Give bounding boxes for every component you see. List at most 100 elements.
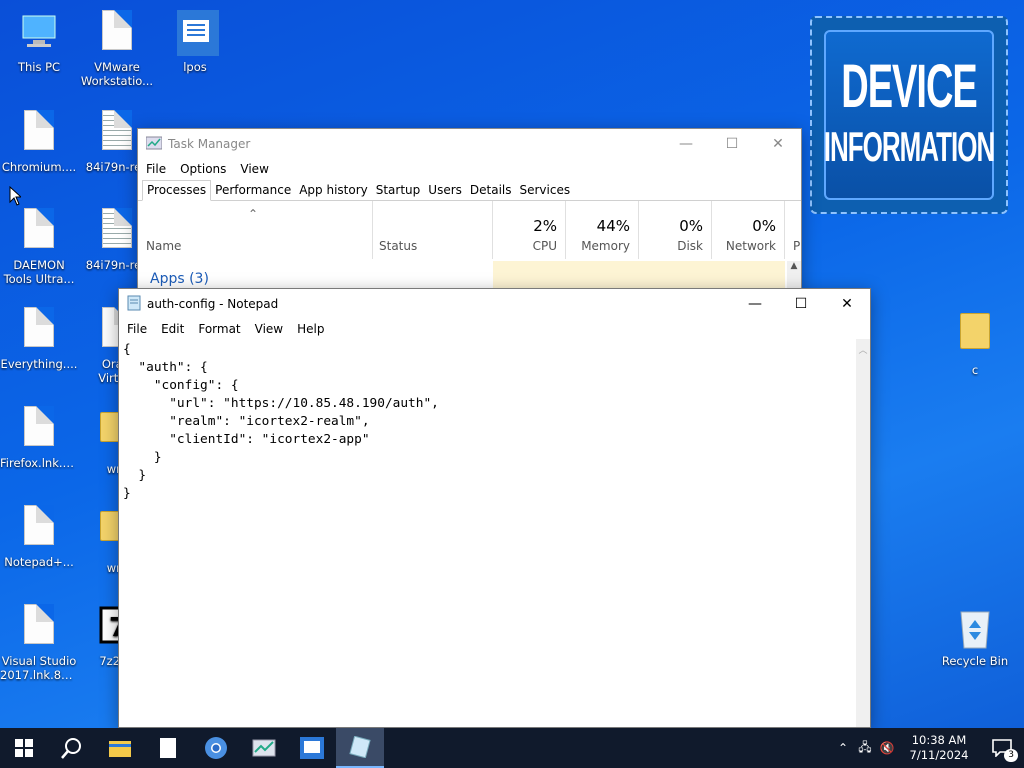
icon-label: This PC bbox=[17, 60, 61, 74]
badge-line1: DEVICE bbox=[841, 54, 977, 122]
menu-view[interactable]: View bbox=[251, 322, 287, 336]
column-name[interactable]: Name bbox=[138, 201, 373, 259]
taskbar-task-manager[interactable] bbox=[240, 728, 288, 768]
menu-file[interactable]: File bbox=[123, 322, 151, 336]
badge-line2: INFORMATION bbox=[823, 122, 995, 171]
desktop-icon-notepadpp[interactable]: Notepad+... bbox=[0, 503, 78, 595]
icon-label: lpos bbox=[183, 60, 207, 74]
clock[interactable]: 10:38 AM 7/11/2024 bbox=[898, 733, 980, 763]
maximize-button[interactable]: ☐ bbox=[709, 129, 755, 159]
app-icon bbox=[300, 737, 324, 759]
icon-label: c bbox=[971, 363, 979, 377]
close-button[interactable]: ✕ bbox=[824, 289, 870, 319]
column-disk[interactable]: 0% Disk bbox=[639, 201, 712, 259]
tab-users[interactable]: Users bbox=[424, 181, 466, 200]
taskbar-lpos[interactable] bbox=[288, 728, 336, 768]
task-manager-title: Task Manager bbox=[168, 137, 251, 151]
notification-count-badge: 3 bbox=[1004, 749, 1018, 762]
volume-muted-icon[interactable]: 🔇 bbox=[876, 741, 898, 755]
text-editor[interactable]: { "auth": { "config": { "url": "https://… bbox=[119, 339, 856, 727]
notepad-window[interactable]: auth-config - Notepad — ☐ ✕ File Edit Fo… bbox=[118, 288, 871, 728]
file-icon bbox=[19, 604, 59, 650]
task-manager-icon bbox=[145, 136, 163, 153]
desktop-icon-lpos[interactable]: lpos bbox=[156, 8, 234, 100]
icon-label: Chromium.... bbox=[1, 160, 77, 174]
tab-processes[interactable]: Processes bbox=[142, 180, 212, 201]
taskbar: ⌃ 🖧 🔇 10:38 AM 7/11/2024 3 bbox=[0, 728, 1024, 768]
notepad-icon bbox=[349, 736, 371, 758]
menu-view[interactable]: View bbox=[236, 162, 272, 176]
file-icon bbox=[97, 10, 137, 56]
process-table-header: ⌃ Name Status 2% CPU 44% Memory 0% Disk … bbox=[138, 201, 801, 259]
minimize-button[interactable]: — bbox=[732, 289, 778, 319]
close-button[interactable]: ✕ bbox=[755, 129, 801, 159]
text-file-icon bbox=[97, 110, 137, 156]
notepad-icon bbox=[127, 295, 141, 314]
mouse-cursor-icon bbox=[9, 186, 21, 206]
chromium-icon bbox=[205, 737, 227, 759]
menu-help[interactable]: Help bbox=[293, 322, 328, 336]
tab-performance[interactable]: Performance bbox=[211, 181, 295, 200]
maximize-button[interactable]: ☐ bbox=[778, 289, 824, 319]
taskbar-file-explorer[interactable] bbox=[96, 728, 144, 768]
menu-file[interactable]: File bbox=[142, 162, 170, 176]
clock-time: 10:38 AM bbox=[911, 733, 967, 747]
task-manager-tabs: Processes Performance App history Startu… bbox=[138, 179, 801, 201]
taskbar-notepad[interactable] bbox=[336, 728, 384, 768]
menu-options[interactable]: Options bbox=[176, 162, 230, 176]
folder-icon bbox=[955, 313, 995, 359]
minimize-button[interactable]: — bbox=[663, 129, 709, 159]
desktop-icon-everything[interactable]: Everything.... bbox=[0, 305, 78, 397]
notepad-titlebar[interactable]: auth-config - Notepad — ☐ ✕ bbox=[119, 289, 870, 319]
icon-label: Firefox.lnk.8... bbox=[0, 456, 78, 470]
desktop-icon-c-folder[interactable]: c bbox=[936, 305, 1014, 397]
tab-startup[interactable]: Startup bbox=[372, 181, 425, 200]
chevron-up-icon[interactable]: ⌃ bbox=[832, 741, 854, 755]
pc-icon bbox=[19, 10, 59, 56]
taskbar-chromium[interactable] bbox=[192, 728, 240, 768]
desktop-icon-firefox[interactable]: Firefox.lnk.8... bbox=[0, 404, 78, 496]
file-icon bbox=[19, 307, 59, 353]
menu-edit[interactable]: Edit bbox=[157, 322, 188, 336]
task-manager-titlebar[interactable]: Task Manager — ☐ ✕ bbox=[138, 129, 801, 159]
search-button[interactable] bbox=[48, 728, 96, 768]
column-status[interactable]: Status bbox=[373, 201, 493, 259]
desktop-icon-vmware[interactable]: VMware Workstatio... bbox=[78, 8, 156, 100]
taskbar-document[interactable] bbox=[144, 728, 192, 768]
tab-details[interactable]: Details bbox=[466, 181, 516, 200]
desktop-icon-daemon[interactable]: DAEMON Tools Ultra... bbox=[0, 206, 78, 298]
icon-label: Notepad+... bbox=[4, 555, 74, 569]
device-information-badge: DEVICE INFORMATION bbox=[810, 16, 1008, 214]
desktop-icon-recycle-bin[interactable]: Recycle Bin bbox=[936, 602, 1014, 694]
scroll-up-arrow-icon[interactable]: ︿ bbox=[856, 343, 870, 356]
search-icon bbox=[61, 738, 81, 759]
menu-format[interactable]: Format bbox=[194, 322, 244, 336]
network-icon[interactable]: 🖧 bbox=[854, 738, 876, 759]
column-cpu[interactable]: 2% CPU bbox=[493, 201, 566, 259]
icon-label: DAEMON bbox=[13, 258, 65, 272]
system-tray: ⌃ 🖧 🔇 10:38 AM 7/11/2024 3 bbox=[832, 728, 1024, 768]
start-button[interactable] bbox=[0, 728, 48, 768]
notification-center-button[interactable]: 3 bbox=[980, 728, 1024, 768]
desktop: This PC VMware Workstatio... lpos Chromi… bbox=[0, 0, 1024, 728]
tab-app-history[interactable]: App history bbox=[295, 181, 372, 200]
desktop-icon-visual-studio[interactable]: Visual Studio 2017.lnk.84i... bbox=[0, 602, 78, 694]
clock-date: 7/11/2024 bbox=[909, 748, 969, 762]
notepad-scrollbar[interactable]: ︿ bbox=[856, 339, 870, 727]
column-network[interactable]: 0% Network bbox=[712, 201, 785, 259]
desktop-icon-this-pc[interactable]: This PC bbox=[0, 8, 78, 100]
file-icon bbox=[19, 406, 59, 452]
folder-icon bbox=[109, 741, 131, 757]
task-manager-icon bbox=[252, 739, 276, 757]
file-icon bbox=[19, 208, 59, 254]
editor-content[interactable]: { "auth": { "config": { "url": "https://… bbox=[123, 341, 852, 503]
file-icon bbox=[19, 110, 59, 156]
tab-services[interactable]: Services bbox=[516, 181, 575, 200]
column-memory[interactable]: 44% Memory bbox=[566, 201, 639, 259]
task-manager-window[interactable]: Task Manager — ☐ ✕ File Options View Pro… bbox=[137, 128, 802, 293]
icon-label: Visual Studio bbox=[1, 654, 77, 668]
icon-label: Everything.... bbox=[0, 357, 78, 371]
group-apps[interactable]: Apps (3) bbox=[150, 271, 209, 287]
column-power[interactable]: P bbox=[785, 201, 801, 259]
file-icon bbox=[19, 505, 59, 551]
